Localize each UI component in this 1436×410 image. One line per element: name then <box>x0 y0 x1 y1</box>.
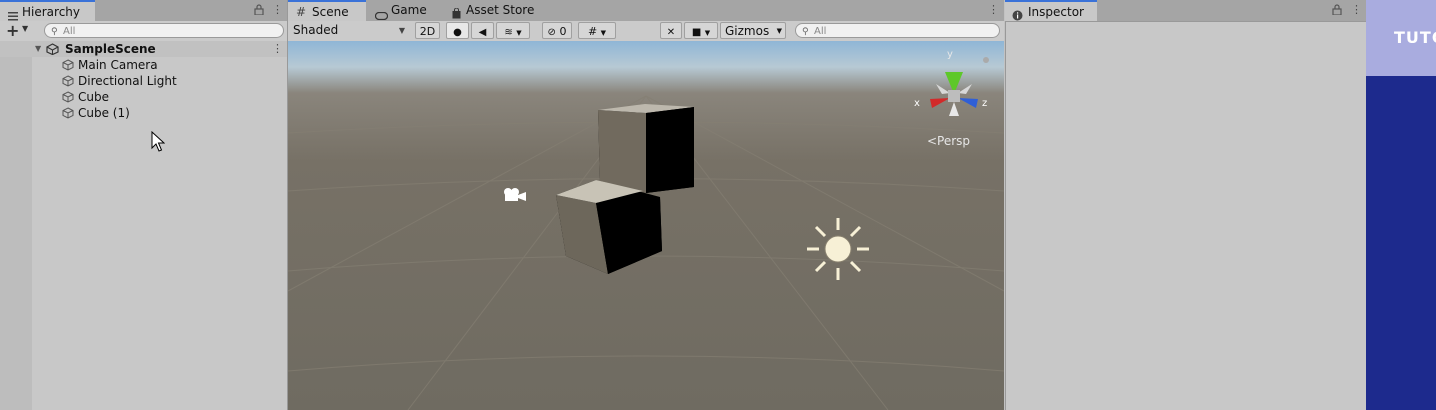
scene-search-input[interactable]: ⚲ All <box>795 23 1000 38</box>
tab-game[interactable]: Game <box>368 0 448 21</box>
hierarchy-tabbar: Hierarchy ⋮ <box>0 0 287 22</box>
tab-asset-store-label: Asset Store <box>466 3 535 17</box>
mouse-cursor-icon <box>151 131 165 152</box>
lock-icon[interactable] <box>254 4 264 18</box>
wrench-icon: ✕ <box>666 27 676 38</box>
hierarchy-search-placeholder: All <box>63 26 76 37</box>
camera-dropdown[interactable]: ■ ▼ <box>684 22 718 39</box>
scene-viewport[interactable]: y x z <Persp <box>288 41 1004 410</box>
gizmos-label: Gizmos <box>725 24 770 38</box>
audio-toggle[interactable]: ◀ <box>471 22 494 39</box>
axis-x-label: x <box>914 98 920 109</box>
gameobject-cube-icon <box>62 75 74 87</box>
expand-arrow-icon[interactable]: ▼ <box>35 41 41 57</box>
toggle-2d-label: 2D <box>419 25 436 38</box>
speaker-icon: ◀ <box>478 27 487 38</box>
scene-tabbar: # Scene Game Asset Store ⋮ <box>288 0 1004 22</box>
effects-dropdown[interactable]: ≋ ▼ <box>496 22 530 39</box>
hierarchy-menu-icon[interactable]: ⋮ <box>272 2 283 18</box>
scene-3d-view <box>288 57 1004 410</box>
directional-light-gizmo-icon[interactable] <box>807 218 869 280</box>
axis-z-label: z <box>982 98 988 109</box>
list-item-label: Main Camera <box>78 58 158 72</box>
eye-slash-icon: ⊘ <box>547 27 556 38</box>
list-item[interactable]: Cube (1) <box>0 105 287 121</box>
add-button[interactable]: + <box>6 21 19 40</box>
camera-gizmo-icon[interactable] <box>504 188 526 201</box>
scene-visibility-toggle[interactable]: ⊘ 0 <box>542 22 572 39</box>
list-item[interactable]: Cube <box>0 89 287 105</box>
list-item-label: Cube <box>78 90 109 104</box>
search-icon: ⚲ <box>51 27 58 37</box>
axis-y-label: y <box>947 49 953 60</box>
gameobject-cube-icon <box>62 59 74 71</box>
chevron-down-icon: ▼ <box>776 27 782 35</box>
list-item-label: Cube (1) <box>78 106 130 120</box>
scene-root-row[interactable]: ▼ SampleScene ⋮ <box>0 41 287 57</box>
shading-mode-label: Shaded <box>293 23 339 37</box>
chevron-down-icon[interactable]: ▼ <box>22 24 28 33</box>
lighting-toggle[interactable]: ● <box>446 22 469 39</box>
scene-search-placeholder: All <box>814 26 827 37</box>
layers-icon: ≋ <box>504 27 513 38</box>
chevron-down-icon: ▼ <box>398 26 405 35</box>
hierarchy-search-input[interactable]: ⚲ All <box>44 23 284 38</box>
video-camera-icon: ■ <box>691 27 702 38</box>
inspector-tabbar: Inspector ⋮ <box>1005 0 1366 22</box>
tab-game-label: Game <box>391 3 427 17</box>
scene-toolbar: Shaded ▼ 2D ● ◀ ≋ ▼ ⊘ 0 # ▼ ✕ ■ ▼ Gizmos… <box>288 21 1004 42</box>
side-banner-text: TUTO <box>1394 28 1436 47</box>
tab-inspector[interactable]: Inspector <box>1005 0 1097 21</box>
search-icon: ⚲ <box>802 27 809 37</box>
lock-icon[interactable] <box>1332 4 1342 18</box>
tab-hierarchy[interactable]: Hierarchy <box>0 0 95 21</box>
grid-snapping-dropdown[interactable]: # ▼ <box>578 22 616 39</box>
hidden-count: 0 <box>559 25 567 38</box>
lightbulb-icon: ● <box>453 27 462 38</box>
gizmos-dropdown[interactable]: Gizmos ▼ <box>720 22 786 39</box>
list-item-label: Directional Light <box>78 74 177 88</box>
tab-asset-store[interactable]: Asset Store <box>448 0 548 21</box>
scene-panel-menu-icon[interactable]: ⋮ <box>988 2 999 18</box>
perspective-toggle[interactable]: <Persp <box>927 134 970 148</box>
tab-hierarchy-label: Hierarchy <box>22 5 81 19</box>
cube-1-object[interactable] <box>556 180 662 274</box>
orientation-gizmo[interactable] <box>930 57 989 116</box>
toggle-2d-button[interactable]: 2D <box>415 22 440 39</box>
info-icon <box>1012 7 1023 28</box>
gameobject-cube-icon <box>62 107 74 119</box>
gameobject-cube-icon <box>62 91 74 103</box>
scene-root-label: SampleScene <box>65 42 156 56</box>
chevron-down-icon: ▼ <box>600 29 607 37</box>
tools-button[interactable]: ✕ <box>660 22 682 39</box>
inspector-menu-icon[interactable]: ⋮ <box>1351 2 1362 18</box>
chevron-down-icon: ▼ <box>704 29 711 37</box>
tab-inspector-label: Inspector <box>1028 5 1084 19</box>
shading-mode-dropdown[interactable]: Shaded ▼ <box>289 22 409 39</box>
list-item[interactable]: Main Camera <box>0 57 287 73</box>
list-item[interactable]: Directional Light <box>0 73 287 89</box>
tab-scene[interactable]: # Scene <box>288 0 366 21</box>
tab-scene-label: Scene <box>312 5 349 19</box>
grid-icon: # <box>296 5 307 19</box>
scene-menu-icon[interactable]: ⋮ <box>272 41 283 57</box>
chevron-down-icon: ▼ <box>516 29 522 37</box>
cube-object[interactable] <box>598 104 694 193</box>
grid-snap-icon: # <box>587 25 598 38</box>
inspector-panel <box>1005 0 1367 410</box>
hierarchy-toolbar: + ▼ ⚲ All <box>0 21 287 42</box>
